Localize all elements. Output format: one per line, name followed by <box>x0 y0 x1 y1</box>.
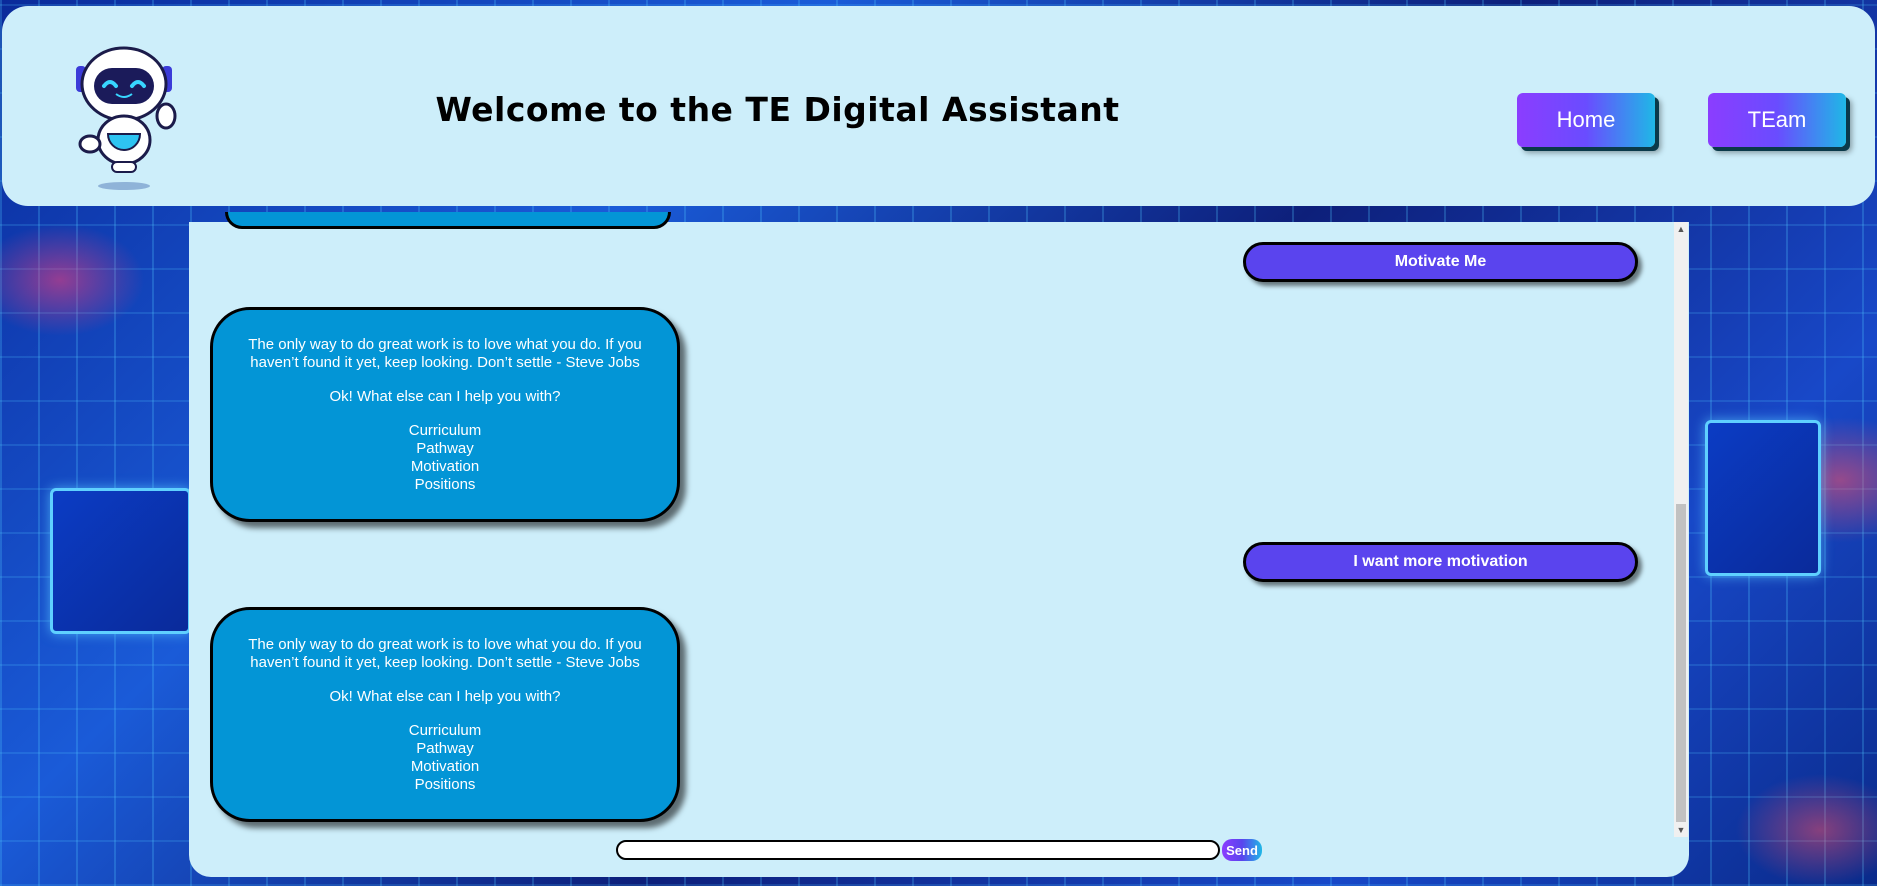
scroll-up-icon[interactable]: ▲ <box>1674 222 1688 236</box>
bot-option-pathway: Pathway <box>416 740 474 757</box>
bot-message: The only way to do great work is to love… <box>210 307 680 522</box>
bot-option-curriculum: Curriculum <box>408 722 482 739</box>
bot-prompt: Ok! What else can I help you with? <box>329 388 561 405</box>
bot-prompt: Ok! What else can I help you with? <box>329 688 561 705</box>
chat-scrollbar[interactable]: ▲ ▼ <box>1674 222 1688 837</box>
background-chip-right <box>1705 420 1821 576</box>
bot-option-pathway: Pathway <box>416 440 474 457</box>
background-chip-left <box>50 488 191 634</box>
bot-option-positions: Positions <box>414 776 476 793</box>
scroll-thumb[interactable] <box>1676 504 1686 822</box>
nav-team-button[interactable]: TEam <box>1708 93 1846 147</box>
nav-home-button[interactable]: Home <box>1517 93 1655 147</box>
previous-message-edge <box>225 212 671 229</box>
user-message: I want more motivation <box>1243 542 1638 582</box>
site-header: Welcome to the TE Digital Assistant Home… <box>2 6 1875 206</box>
user-message: Motivate Me <box>1243 242 1638 282</box>
bot-option-motivation: Motivation <box>410 458 480 475</box>
bot-quote-line: haven’t found it yet, keep looking. Don’… <box>250 654 640 671</box>
scroll-down-icon[interactable]: ▼ <box>1674 823 1688 837</box>
bot-option-positions: Positions <box>414 476 476 493</box>
bot-message: The only way to do great work is to love… <box>210 607 680 822</box>
message-input[interactable] <box>616 840 1220 860</box>
bot-quote-line: haven’t found it yet, keep looking. Don’… <box>250 354 640 371</box>
send-button[interactable]: Send <box>1222 839 1262 861</box>
bot-quote-line: The only way to do great work is to love… <box>248 636 642 653</box>
page-title-text: Welcome to the TE Digital Assistant <box>435 90 1120 129</box>
bot-option-curriculum: Curriculum <box>408 422 482 439</box>
bot-quote-line: The only way to do great work is to love… <box>248 336 642 353</box>
bot-option-motivation: Motivation <box>410 758 480 775</box>
